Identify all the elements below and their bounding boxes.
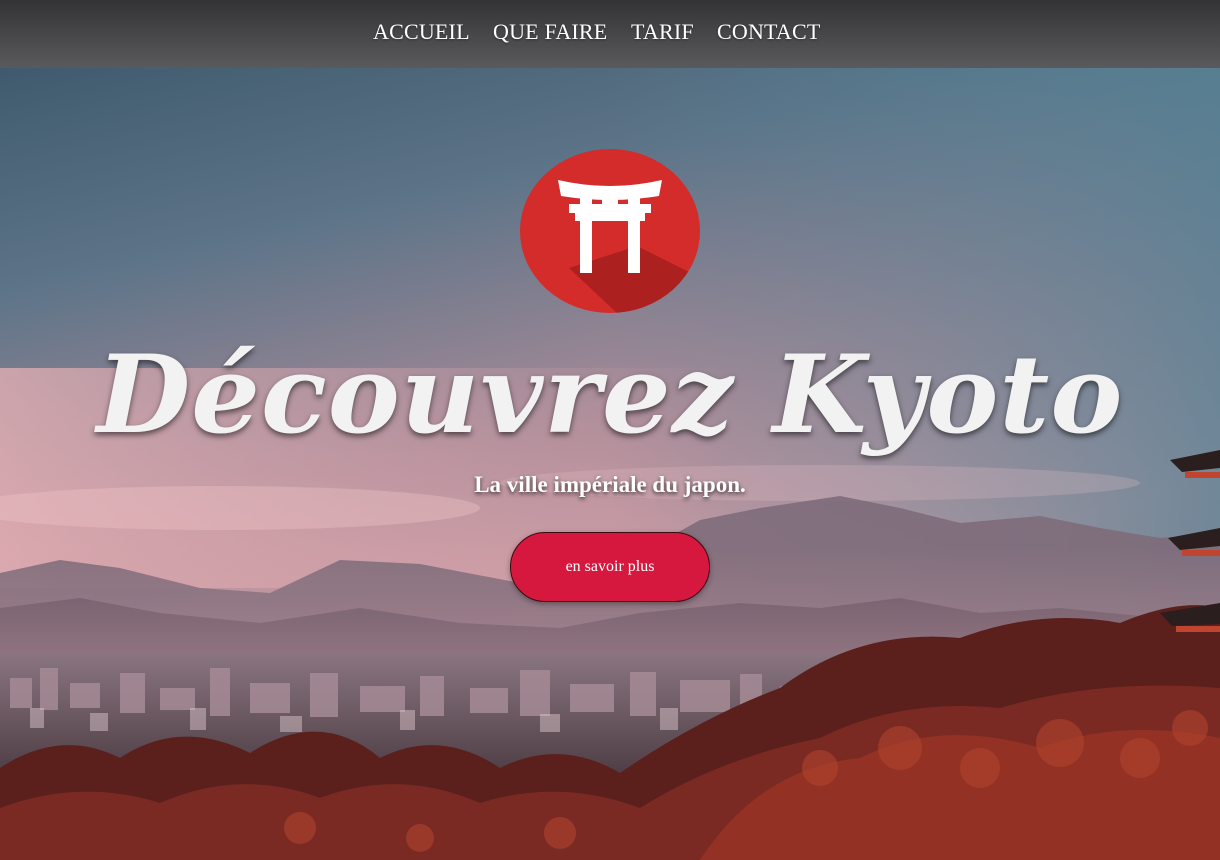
nav-item-contact[interactable]: CONTACT (717, 19, 821, 45)
top-navbar: ACCUEIL QUE FAIRE TARIF CONTACT (0, 0, 1220, 68)
nav-item-que-faire[interactable]: QUE FAIRE (493, 19, 607, 45)
nav-item-accueil[interactable]: ACCUEIL (373, 19, 470, 45)
nav-links: ACCUEIL QUE FAIRE TARIF CONTACT (0, 0, 1220, 68)
hero-title: Découvrez Kyoto (96, 332, 1124, 458)
hero-subtitle: La ville impériale du japon. (474, 472, 746, 497)
nav-item-tarif[interactable]: TARIF (631, 19, 694, 45)
torii-gate-icon (520, 149, 700, 313)
learn-more-button[interactable]: en savoir plus (510, 532, 710, 602)
hero-section: Découvrez Kyoto La ville impériale du ja… (0, 68, 1220, 860)
